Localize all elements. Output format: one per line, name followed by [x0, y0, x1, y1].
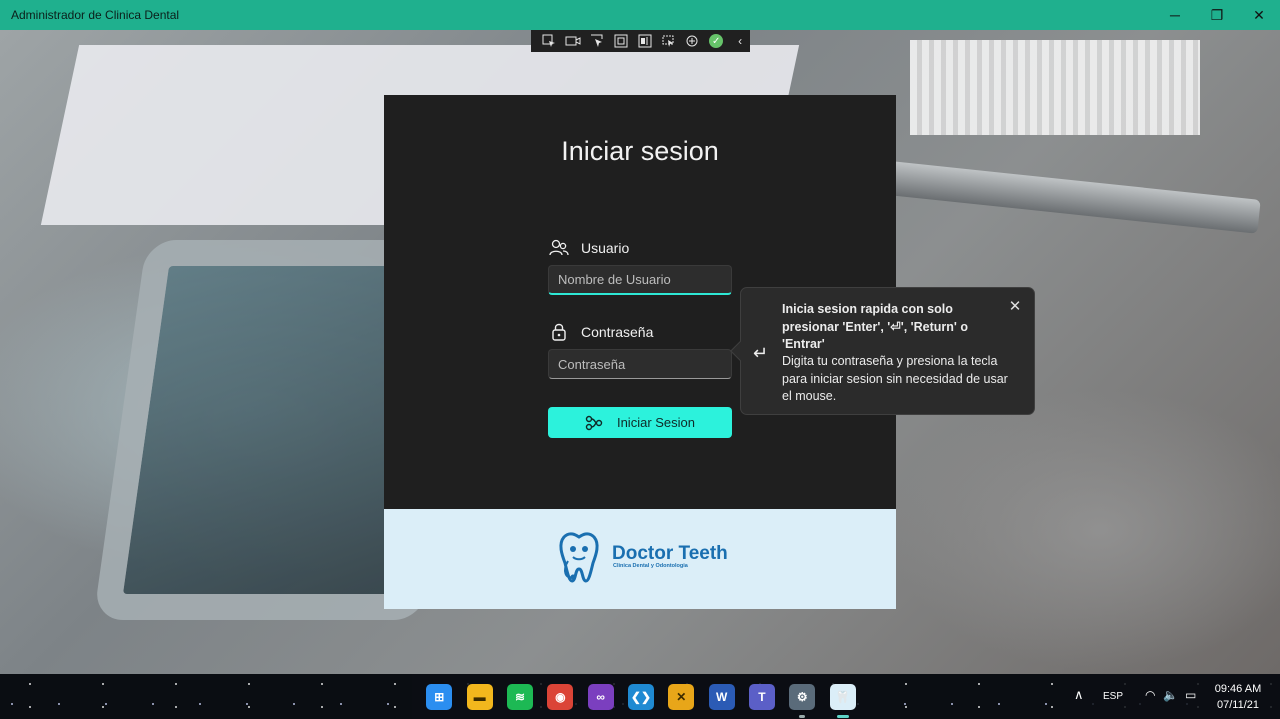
page-title: Iniciar sesion: [561, 136, 719, 166]
background-instrument: [879, 160, 1261, 234]
username-input[interactable]: [548, 265, 732, 295]
tip-body: Digita tu contraseña y presiona la tecla…: [782, 354, 1008, 403]
minimize-button[interactable]: ─: [1154, 0, 1196, 30]
track-focus-icon[interactable]: [658, 32, 678, 50]
taskbar-settings-icon[interactable]: ⚙: [789, 683, 816, 718]
taskbar: ⊞ ▬ ≋ ◉ ∞ ❮❯ ✕ W T ⚙ 🦷 ∧ ESP ◠ 🔈 ▭ 09:46 AM 07/11/…: [0, 674, 1280, 719]
volume-icon[interactable]: 🔈: [1163, 688, 1178, 702]
frame-icon[interactable]: [611, 32, 631, 50]
taskbar-start-button-icon[interactable]: ⊞: [426, 683, 453, 710]
password-label: Contraseña: [581, 324, 654, 340]
taskbar-chrome-icon[interactable]: ◉: [547, 683, 574, 710]
taskbar-visual-studio-icon[interactable]: ∞: [587, 683, 614, 710]
users-icon: [548, 238, 570, 258]
user-label-row: Usuario: [548, 238, 629, 258]
window-controls: ─ ❐ ✕: [1154, 0, 1280, 30]
taskbar-apps: ⊞ ▬ ≋ ◉ ∞ ❮❯ ✕ W T ⚙ 🦷: [412, 674, 870, 719]
tray-overflow-chevron-icon[interactable]: ∧: [1074, 687, 1084, 703]
taskbar-xaml-tool-icon[interactable]: ✕: [668, 683, 695, 710]
battery-icon[interactable]: ▭: [1185, 688, 1196, 702]
maximize-button[interactable]: ❐: [1196, 0, 1238, 30]
window-title: Administrador de Clinica Dental: [11, 8, 180, 22]
clock-time[interactable]: 09:46 AM: [1212, 683, 1264, 695]
taskbar-file-explorer-icon[interactable]: ▬: [466, 683, 493, 710]
background-rack: [910, 40, 1200, 135]
password-label-row: Contraseña: [548, 322, 653, 342]
lock-icon: [548, 322, 570, 342]
system-tray: ∧ ESP ◠ 🔈 ▭ 09:46 AM 07/11/21: [1070, 674, 1280, 719]
return-key-icon: ↵: [753, 343, 769, 363]
check-icon-glyph: ✓: [709, 34, 724, 48]
wifi-icon[interactable]: ◠: [1145, 688, 1155, 702]
clock-date[interactable]: 07/11/21: [1212, 699, 1264, 711]
title-bar[interactable]: Administrador de Clinica Dental ─ ❐ ✕: [0, 0, 1280, 30]
logo-band: Doctor Teeth Clinica Dental y Odontologi…: [384, 509, 896, 609]
tooth-logo-icon: [556, 531, 602, 585]
pointer-icon[interactable]: [587, 32, 607, 50]
language-indicator[interactable]: ESP: [1103, 691, 1123, 702]
login-button-label: Iniciar Sesion: [616, 415, 696, 430]
password-input[interactable]: [548, 349, 732, 379]
logo-tagline: Clinica Dental y Odontologia: [613, 563, 688, 569]
quick-login-tip: ↵ ✕ Inicia sesion rapida con solo presio…: [730, 287, 1035, 415]
tip-close-button[interactable]: ✕: [1006, 297, 1024, 315]
debug-toolbar: ✓ ‹: [531, 30, 750, 52]
taskbar-dental-app-icon[interactable]: 🦷: [829, 683, 856, 718]
taskbar-spotify-icon[interactable]: ≋: [506, 683, 533, 710]
layout-icon[interactable]: [635, 32, 655, 50]
flow-icon: [585, 415, 603, 431]
close-button[interactable]: ✕: [1238, 0, 1280, 30]
taskbar-vs-code-icon[interactable]: ❮❯: [627, 683, 654, 710]
user-label: Usuario: [581, 240, 630, 256]
login-button[interactable]: Iniciar Sesion: [548, 407, 732, 438]
collapse-icon[interactable]: ‹: [730, 32, 750, 50]
tip-title: Inicia sesion rapida con solo presionar …: [782, 302, 968, 351]
taskbar-word-icon[interactable]: W: [708, 683, 735, 710]
check-icon[interactable]: ✓: [706, 32, 726, 50]
record-icon[interactable]: [563, 32, 583, 50]
logo-name: Doctor Teeth: [612, 543, 728, 564]
select-element-icon[interactable]: [539, 32, 559, 50]
binding-icon[interactable]: [682, 32, 702, 50]
taskbar-teams-icon[interactable]: T: [748, 683, 775, 710]
